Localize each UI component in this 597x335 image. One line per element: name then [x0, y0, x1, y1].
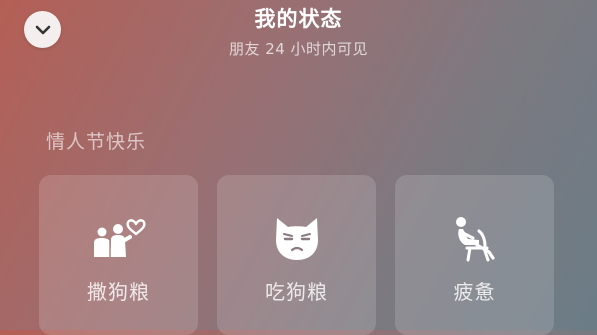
- status-card-show-affection[interactable]: 撒狗粮: [39, 175, 198, 335]
- visibility-subtitle: 朋友 24 小时内可见: [228, 40, 369, 58]
- page-title: 我的状态: [254, 7, 343, 31]
- couple-heart-icon: [39, 213, 198, 263]
- section-label: 情人节快乐: [46, 131, 147, 153]
- person-reclining-icon: [395, 213, 554, 263]
- status-card-grid: 撒狗粮 吃狗粮 疲惫: [39, 175, 554, 335]
- status-card-label: 吃狗粮: [265, 280, 328, 304]
- status-card-label: 疲惫: [453, 280, 496, 304]
- status-card-tired[interactable]: 疲惫: [395, 175, 554, 335]
- status-card-eat-dogfood[interactable]: 吃狗粮: [217, 175, 376, 335]
- status-card-label: 撒狗粮: [87, 280, 150, 304]
- cat-face-icon: [217, 213, 376, 263]
